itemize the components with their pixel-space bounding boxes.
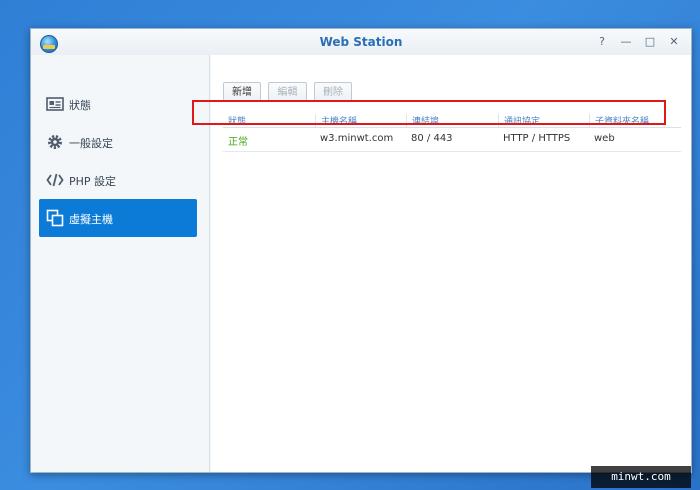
sidebar-item-php-settings[interactable]: PHP 設定 [39,161,197,199]
add-button[interactable]: 新增 [223,82,261,102]
virtual-host-icon [46,209,64,227]
sidebar-item-virtual-host[interactable]: 虛擬主機 [39,199,197,237]
code-icon [46,171,64,189]
sidebar-item-general-settings[interactable]: 一般設定 [39,123,197,161]
sidebar-item-status[interactable]: 狀態 [39,85,197,123]
column-header-subfolder[interactable]: 子資料夾名稱 [589,114,681,127]
table-row[interactable]: 正常 w3.minwt.com 80 / 443 HTTP / HTTPS we… [223,127,681,152]
column-header-port[interactable]: 連結埠 [406,114,498,127]
status-cell: 正常 [228,137,248,148]
edit-button[interactable]: 編輯 [268,82,307,102]
sidebar-item-label: 狀態 [69,99,91,112]
port-cell: 80 / 443 [411,133,453,144]
sidebar-item-label: 虛擬主機 [69,213,113,226]
window-title: Web Station [319,35,403,49]
column-header-status[interactable]: 狀態 [223,114,315,127]
sidebar-item-label: 一般設定 [69,137,113,150]
watermark: minwt.com [591,466,691,488]
hostname-cell: w3.minwt.com [320,133,394,144]
help-button[interactable]: ? [595,35,609,49]
column-header-hostname[interactable]: 主機名稱 [315,114,406,127]
main-content: 新增 編輯 刪除 狀態 主機名稱 連結埠 通訊協定 子資料夾名稱 正常 w3.m… [211,55,691,472]
web-station-window: Web Station ? — □ ✕ 狀態 一般設定 PHP 設定 虛擬主機 … [30,28,692,473]
gear-icon [46,133,64,151]
status-card-icon [46,95,64,113]
column-header-protocol[interactable]: 通訊協定 [498,114,589,127]
delete-button[interactable]: 刪除 [314,82,352,102]
sidebar: 狀態 一般設定 PHP 設定 虛擬主機 [31,55,210,472]
close-button[interactable]: ✕ [667,35,681,49]
title-bar[interactable]: Web Station ? — □ ✕ [31,29,691,55]
table-header: 狀態 主機名稱 連結埠 通訊協定 子資料夾名稱 [223,111,681,128]
subfolder-cell: web [594,133,615,144]
sidebar-item-label: PHP 設定 [69,175,117,188]
protocol-cell: HTTP / HTTPS [503,133,571,144]
maximize-button[interactable]: □ [643,35,657,49]
minimize-button[interactable]: — [619,35,633,49]
